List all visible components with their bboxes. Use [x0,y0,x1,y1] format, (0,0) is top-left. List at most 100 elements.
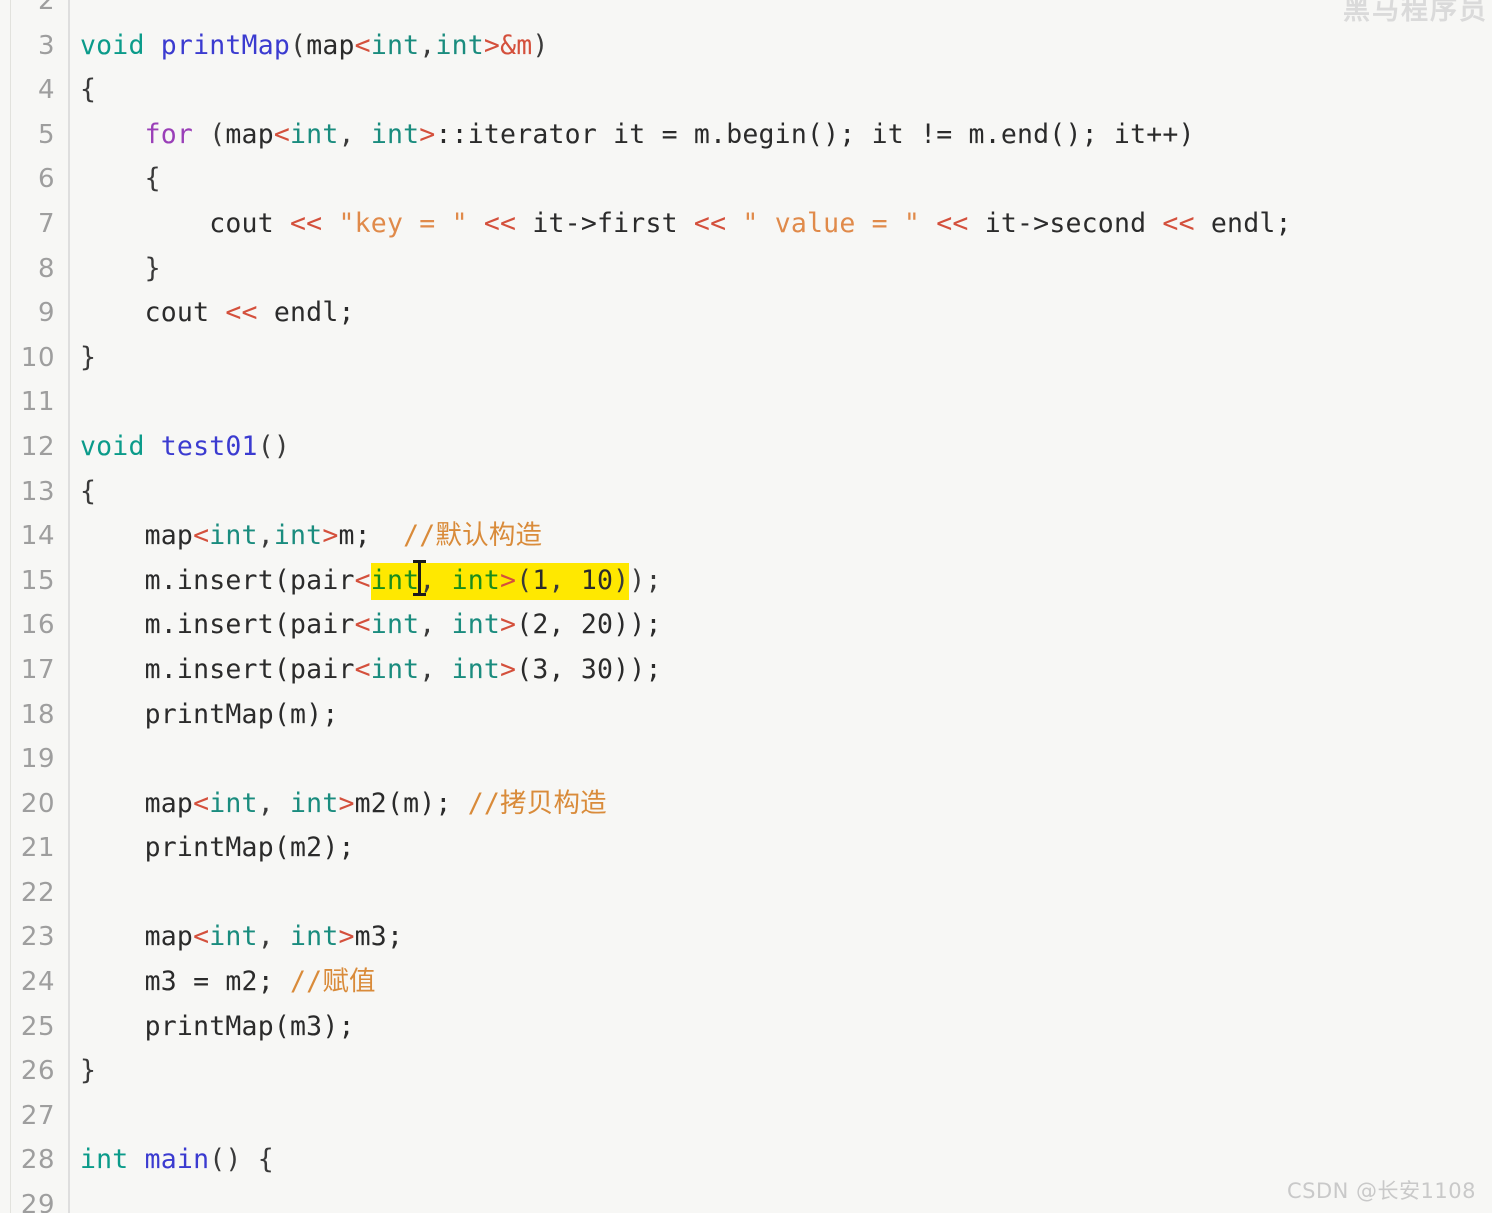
line-content[interactable]: } [80,336,96,381]
line-content[interactable]: printMap(m2); [80,826,355,871]
code-line-3[interactable]: 3 void printMap(map<int,int>&m) [0,24,1492,69]
selected-text-highlight[interactable]: int, int>(1, 10) [370,559,630,600]
token-type: int [273,520,323,552]
line-content[interactable]: { [80,68,96,113]
line-content[interactable]: cout << "key = " << it->first << " value… [80,202,1292,247]
line-content[interactable]: map<int, int>m3; [80,915,403,960]
code-line-29[interactable]: 29 [0,1183,1492,1213]
token-operator: > [483,29,501,61]
line-content[interactable]: } [80,1049,96,1094]
token-punct: , [419,29,436,61]
token-expression: ::iterator it = m.begin(); it != m.end()… [435,118,1195,150]
code-line-14[interactable]: 14 map<int,int>m; //默认构造 [0,514,1492,559]
line-content[interactable]: map<int, int>m2(m); //拷贝构造 [80,782,607,827]
line-content[interactable]: { [80,157,161,202]
code-line-21[interactable]: 21 printMap(m2); [0,826,1492,871]
line-number: 15 [20,565,55,596]
code-line-10[interactable]: 10 } [0,336,1492,381]
token-type: int [370,609,420,641]
line-content[interactable]: } [80,247,161,292]
line-content[interactable]: m3 = m2; //赋值 [80,960,376,1005]
token-identifier: endl; [1210,207,1292,239]
line-number: 18 [20,699,55,730]
watermark-csdn: CSDN @长安1108 [1287,1179,1476,1203]
token-punct: ) [532,29,549,61]
line-content[interactable]: printMap(m3); [80,1005,355,1050]
code-line-15[interactable]: 15 m.insert(pair<int, int>(1, 10)); [0,559,1492,604]
line-content[interactable]: { [80,470,96,515]
line-number: 17 [20,654,55,685]
token-string: "key = " [338,207,468,239]
token-control-keyword: for [144,118,194,150]
line-number: 24 [20,967,55,998]
token-punct: ( [290,29,307,61]
token-type: int [370,564,420,596]
token-operator: < [193,921,210,953]
line-content[interactable]: m.insert(pair<int, int>(3, 30)); [80,648,662,693]
code-line-11[interactable]: 11 [0,380,1492,425]
line-content[interactable]: m.insert(pair<int, int>(1, 10)); [80,559,662,604]
line-number: 5 [37,119,55,150]
code-line-25[interactable]: 25 printMap(m3); [0,1005,1492,1050]
line-content[interactable]: cout << endl; [80,291,355,336]
token-identifier: m3; [354,921,404,953]
token-function-name: printMap [160,29,291,61]
code-line-28[interactable]: 28 int main() { [0,1138,1492,1183]
code-line-23[interactable]: 23 map<int, int>m3; [0,915,1492,960]
code-lines: 2 3 void printMap(map<int,int>&m) 4 { 5 … [0,0,1492,1213]
code-line-24[interactable]: 24 m3 = m2; //赋值 [0,960,1492,1005]
code-line-16[interactable]: 16 m.insert(pair<int, int>(2, 20)); [0,603,1492,648]
token-type: int [370,118,420,150]
line-content[interactable]: int main() { [80,1138,274,1183]
code-editor[interactable]: 2 3 void printMap(map<int,int>&m) 4 { 5 … [0,0,1492,1213]
token-operator: > [322,520,339,552]
code-line-2[interactable]: 2 [0,0,1492,24]
token-function-call: printMap(m3); [144,1010,355,1042]
code-line-27[interactable]: 27 [0,1094,1492,1139]
code-line-19[interactable]: 19 [0,737,1492,782]
token-punct: , [548,564,581,596]
line-content[interactable]: map<int,int>m; //默认构造 [80,514,542,559]
code-line-8[interactable]: 8 } [0,247,1492,292]
code-line-26[interactable]: 26 } [0,1049,1492,1094]
token-type: int [209,787,258,819]
token-number: 10 [580,564,614,596]
line-number: 28 [20,1145,55,1176]
token-punct: , [419,653,452,685]
code-line-4[interactable]: 4 { [0,68,1492,113]
token-function-name: test01 [160,430,258,462]
token-operator: < [354,564,371,596]
line-content[interactable]: printMap(m); [80,693,339,738]
code-line-5[interactable]: 5 for (map<int, int>::iterator it = m.be… [0,113,1492,158]
token-operator: < [273,118,291,150]
line-number: 25 [20,1011,55,1042]
code-line-7[interactable]: 7 cout << "key = " << it->first << " val… [0,202,1492,247]
line-content[interactable]: for (map<int, int>::iterator it = m.begi… [80,113,1195,158]
token-brace: } [144,252,161,284]
code-line-17[interactable]: 17 m.insert(pair<int, int>(3, 30)); [0,648,1492,693]
token-type: int [370,29,420,61]
line-content[interactable]: m.insert(pair<int, int>(2, 20)); [80,603,662,648]
code-line-9[interactable]: 9 cout << endl; [0,291,1492,336]
code-line-18[interactable]: 18 printMap(m); [0,693,1492,738]
code-line-6[interactable]: 6 { [0,157,1492,202]
code-line-22[interactable]: 22 [0,871,1492,916]
code-line-20[interactable]: 20 map<int, int>m2(m); //拷贝构造 [0,782,1492,827]
token-punct: , [338,118,371,150]
line-content[interactable]: void printMap(map<int,int>&m) [80,24,549,69]
line-content[interactable]: void test01() [80,425,290,470]
line-number: 7 [37,208,55,239]
line-number: 23 [20,922,55,953]
token-brace: { [144,163,161,195]
token-operator: > [338,787,355,819]
token-type: int [451,564,501,596]
code-line-12[interactable]: 12 void test01() [0,425,1492,470]
code-line-13[interactable]: 13 { [0,470,1492,515]
token-type: int [290,787,339,819]
